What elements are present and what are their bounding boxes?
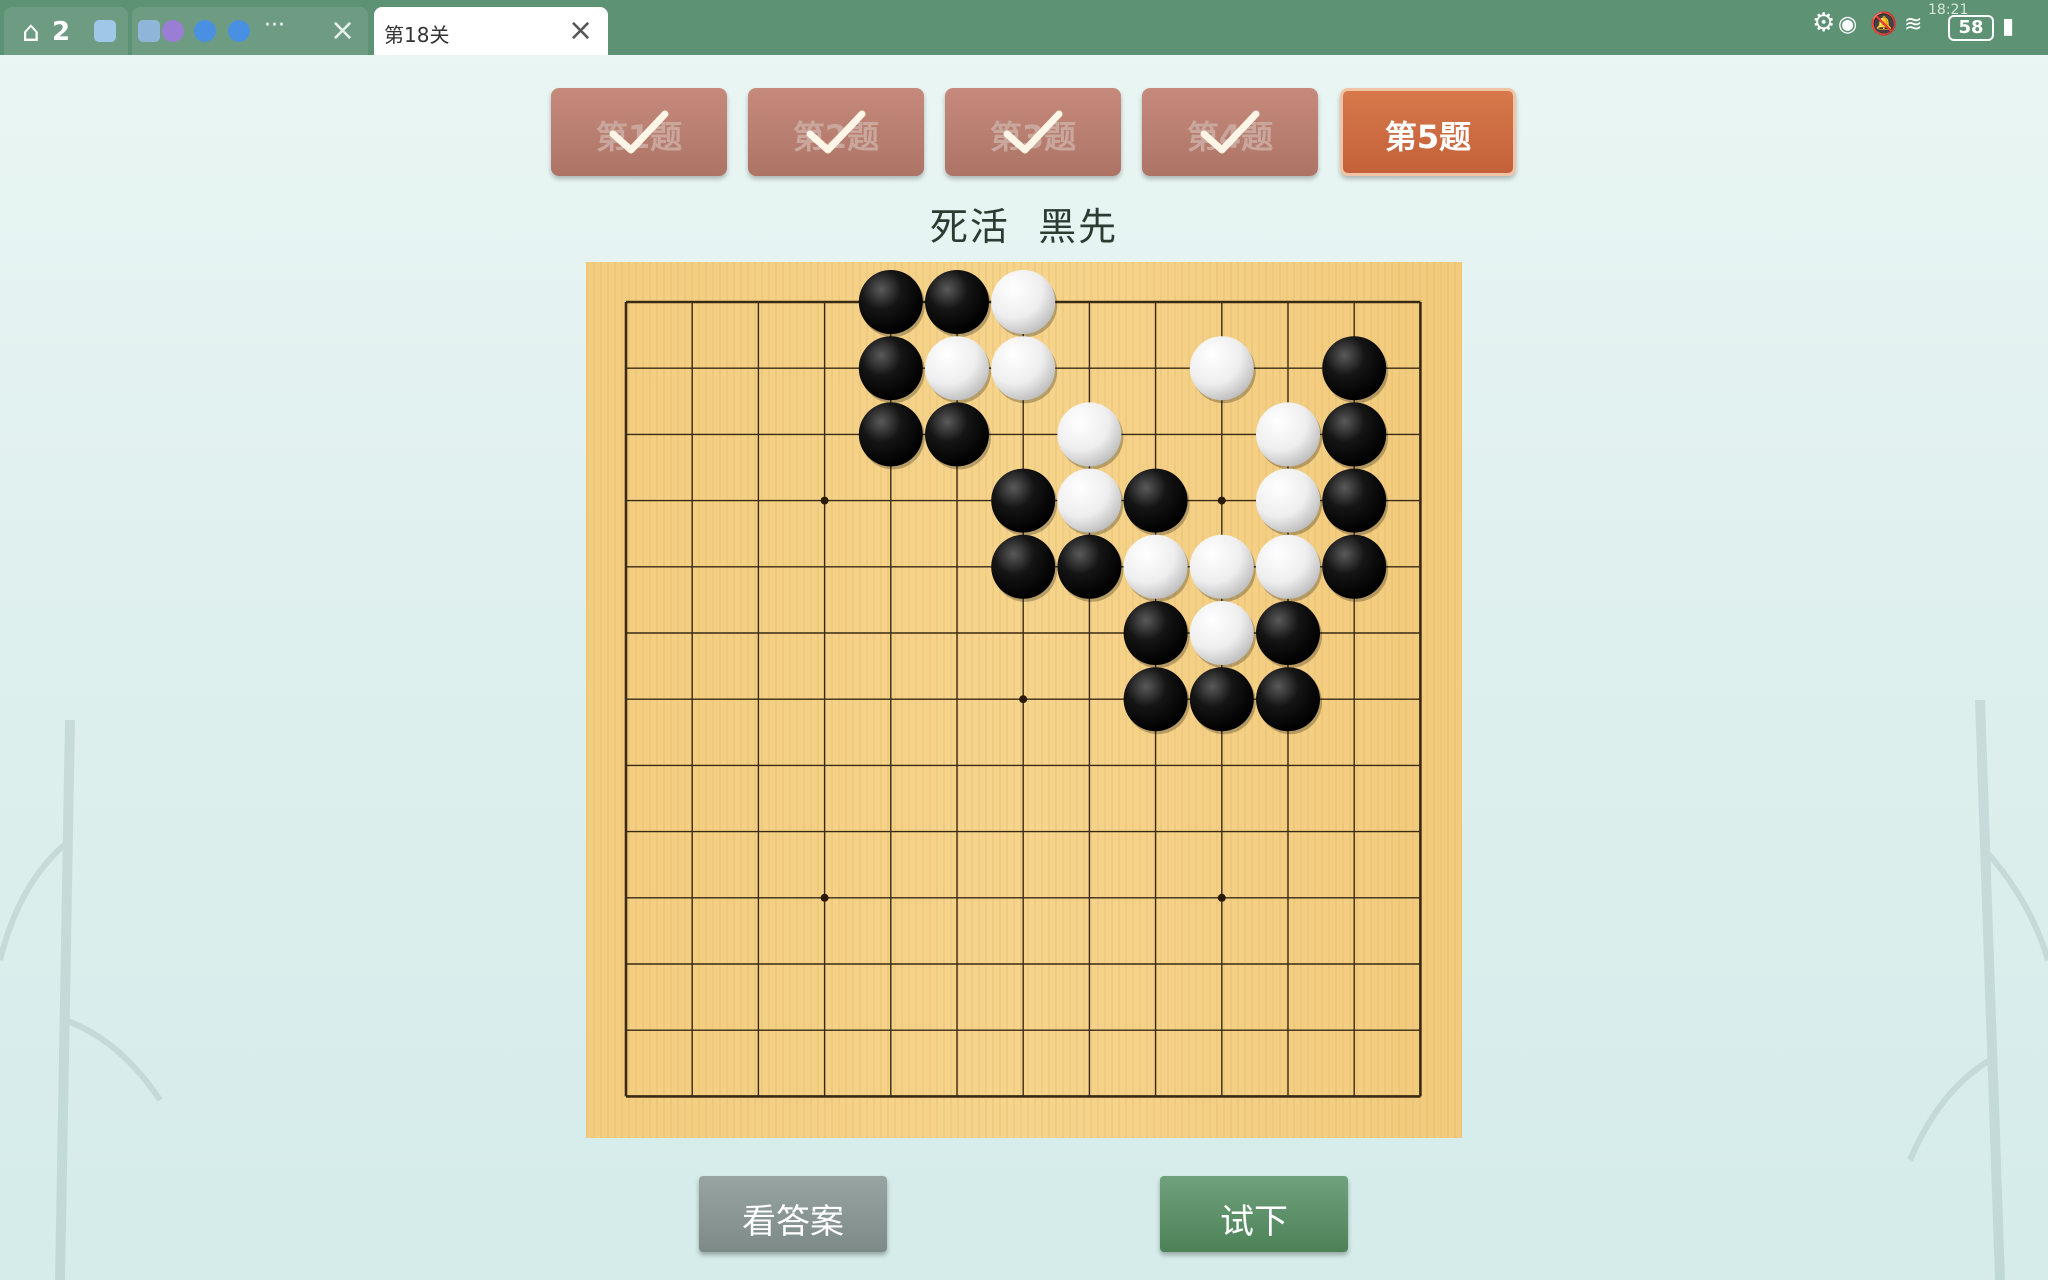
problem-label: 第5题	[1384, 118, 1472, 156]
tab-active[interactable]: 第18关 ×	[374, 7, 608, 55]
problem-button-5[interactable]: 第5题	[1340, 88, 1516, 176]
star-point	[1217, 496, 1226, 505]
tab-title: 第18关	[384, 23, 450, 47]
battery-indicator: 58	[1948, 15, 1994, 41]
black-stone	[1123, 601, 1188, 665]
puzzle-instruction: 死活 黑先	[929, 205, 1119, 249]
problem-button-4[interactable]: 第4题	[1142, 88, 1318, 176]
app-thumbnail-icon	[138, 20, 160, 42]
star-point	[1217, 893, 1226, 902]
black-stone	[925, 402, 989, 467]
black-stone	[1322, 534, 1387, 599]
black-stone	[858, 270, 923, 334]
try-move-label: 试下	[1220, 1202, 1288, 1242]
bamboo-decoration-right	[1907, 700, 2048, 1280]
close-icon[interactable]: ×	[568, 13, 593, 48]
white-stone	[925, 336, 989, 401]
black-stone	[1322, 468, 1387, 533]
white-stone	[1189, 534, 1254, 599]
black-stone	[925, 270, 989, 334]
white-stone	[1189, 601, 1254, 665]
app-purple-icon	[162, 20, 184, 42]
checkmark-icon	[609, 110, 669, 154]
black-stone	[1189, 667, 1254, 732]
checkmark-icon	[806, 110, 866, 154]
tab-group[interactable]: ··· ×	[132, 7, 368, 55]
black-stone	[1256, 601, 1320, 665]
board-grid[interactable]	[586, 262, 1462, 1138]
white-stone	[1123, 534, 1188, 599]
white-stone	[1256, 468, 1320, 533]
black-stone	[1057, 534, 1122, 599]
black-stone	[1123, 468, 1188, 533]
white-stone	[1256, 402, 1320, 467]
black-stone	[1123, 667, 1188, 732]
star-point	[820, 496, 829, 505]
go-board[interactable]	[586, 262, 1462, 1138]
white-stone	[991, 270, 1056, 334]
black-stone	[858, 336, 923, 401]
problem-button-2[interactable]: 第2题	[748, 88, 924, 176]
black-stone	[991, 468, 1056, 533]
gear-icon: ⚙	[1812, 8, 1836, 38]
cloud-icon	[228, 20, 250, 42]
bamboo-decoration-left	[0, 720, 163, 1280]
white-stone	[1057, 402, 1122, 467]
star-point	[1019, 695, 1028, 704]
app-thumbnail-icon	[94, 20, 116, 42]
more-tabs-icon[interactable]: ···	[264, 13, 285, 38]
checkmark-icon	[1200, 110, 1260, 154]
home-tab[interactable]: ⌂ 2	[4, 7, 128, 55]
signal-icon: ▮	[2002, 14, 2015, 39]
status-bar: ⚙ ◉ 🔕 ≋ 18:21 58 ▮	[1808, 0, 2048, 55]
tab-count: 2	[52, 17, 71, 47]
wifi-icon: ≋	[1904, 12, 1923, 37]
checkmark-icon	[1003, 110, 1063, 154]
home-icon: ⌂	[22, 15, 40, 48]
browser-tab-bar: ⌂ 2 ··· × 第18关 × ⚙ ◉ 🔕 ≋ 18:21 58 ▮	[0, 0, 2048, 55]
try-move-button[interactable]: 试下	[1160, 1176, 1348, 1252]
black-stone	[1256, 667, 1320, 732]
show-answer-label: 看答案	[742, 1202, 844, 1242]
black-stone	[991, 534, 1056, 599]
white-stone	[1256, 534, 1320, 599]
black-stone	[858, 402, 923, 467]
eye-icon: ◉	[1838, 12, 1858, 37]
cloud-icon	[194, 20, 216, 42]
problem-button-3[interactable]: 第3题	[945, 88, 1121, 176]
white-stone	[991, 336, 1056, 401]
star-point	[820, 893, 829, 902]
show-answer-button[interactable]: 看答案	[699, 1176, 887, 1252]
black-stone	[1322, 402, 1387, 467]
white-stone	[1189, 336, 1254, 401]
close-icon[interactable]: ×	[330, 13, 355, 48]
mute-bell-icon: 🔕	[1870, 12, 1898, 37]
white-stone	[1057, 468, 1122, 533]
black-stone	[1322, 336, 1387, 401]
problem-button-1[interactable]: 第1题	[551, 88, 727, 176]
